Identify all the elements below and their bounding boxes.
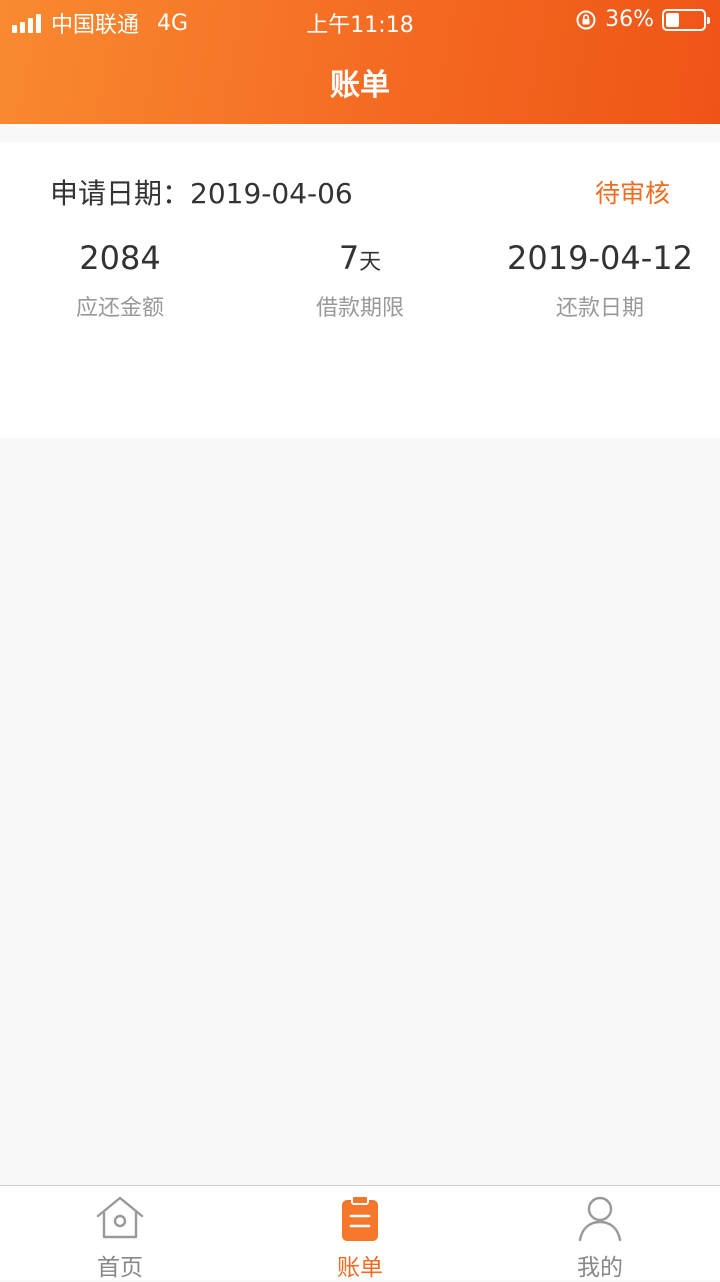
user-icon <box>578 1196 622 1242</box>
battery-icon <box>662 8 710 31</box>
tab-label: 我的 <box>577 1255 623 1281</box>
metric-label: 还款日期 <box>555 296 644 321</box>
tab-home[interactable]: 首页 <box>0 1192 240 1282</box>
metric-value: 2084 <box>79 239 161 277</box>
metric-unit: 天 <box>359 250 382 275</box>
apply-date-row: 申请日期：2019-04-06 <box>50 172 353 212</box>
metric-value: 7 <box>338 239 360 277</box>
tab-mine[interactable]: 我的 <box>480 1192 720 1282</box>
bill-card[interactable]: 申请日期：2019-04-06 待审核 2084 应还金额 7天 借款期限 20… <box>0 142 720 438</box>
tab-bar: 首页 账单 我的 <box>0 1185 720 1282</box>
metric-value: 2019-04-12 <box>507 239 693 277</box>
battery-level <box>666 12 679 27</box>
metric-repay-amount: 2084 应还金额 <box>0 238 240 322</box>
metric-loan-term: 7天 借款期限 <box>240 238 480 322</box>
metric-label: 应还金额 <box>75 296 164 321</box>
status-bar: 中国联通 4G 上午11:18 36% <box>0 0 720 40</box>
tab-label: 首页 <box>97 1255 143 1281</box>
rotation-lock-icon <box>576 10 596 29</box>
apply-date-label: 申请日期： <box>50 177 191 210</box>
status-badge: 待审核 <box>594 179 670 208</box>
page-title: 账单 <box>330 68 390 103</box>
metric-repay-date: 2019-04-12 还款日期 <box>480 238 720 322</box>
header-bar: 中国联通 4G 上午11:18 36% 账单 <box>0 0 720 124</box>
metric-label: 借款期限 <box>315 296 404 321</box>
bill-icon <box>342 1195 378 1241</box>
tab-bill[interactable]: 账单 <box>240 1192 480 1282</box>
tab-label: 账单 <box>337 1255 383 1281</box>
apply-date-value: 2019-04-06 <box>190 177 353 210</box>
home-icon <box>96 1196 144 1239</box>
battery-percent: 36% <box>605 7 654 32</box>
